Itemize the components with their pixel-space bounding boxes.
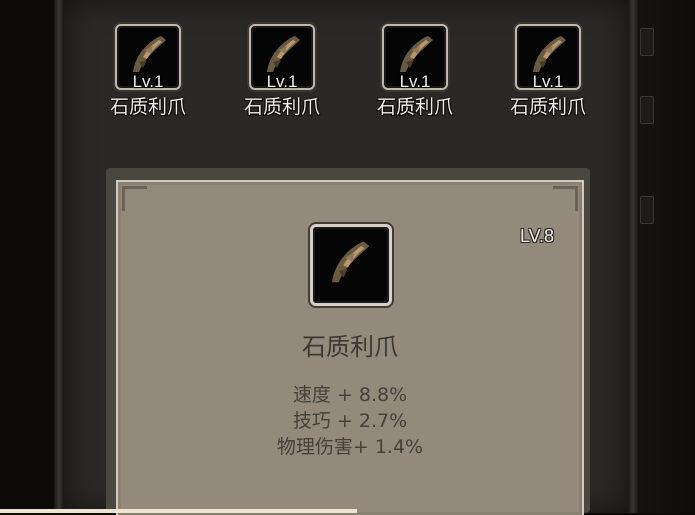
detail-item-icon-frame <box>310 224 392 306</box>
item-icon-frame: Lv.1 <box>249 24 315 91</box>
item-icon-frame: Lv.1 <box>115 24 181 91</box>
item-name-label: 石质利爪 <box>509 96 586 118</box>
inventory-slot[interactable]: Lv.1 石质利爪 <box>508 24 588 119</box>
item-icon-frame: Lv.1 <box>515 24 581 91</box>
side-tab <box>640 196 654 224</box>
inventory-row: Lv.1 石质利爪 Lv.1 石质利爪 Lv.1 石质利爪 Lv.1 石质利爪 <box>0 24 695 134</box>
stat-speed: 速度 + 8.8% <box>292 384 408 406</box>
card-corner-ornament <box>553 186 578 211</box>
bottom-highlight-bar <box>0 509 357 513</box>
inventory-slot[interactable]: Lv.1 石质利爪 <box>375 24 455 119</box>
item-name-label: 石质利爪 <box>243 96 320 118</box>
item-level-label: Lv.1 <box>266 72 298 91</box>
stat-list: 速度 + 8.8% 技巧 + 2.7% 物理伤害+ 1.4% <box>118 382 582 460</box>
claw-icon <box>332 241 370 283</box>
item-level-label: Lv.1 <box>532 72 564 91</box>
item-level-label: Lv.1 <box>399 72 431 91</box>
inventory-slot[interactable]: Lv.1 石质利爪 <box>108 24 188 119</box>
item-icon-frame: Lv.1 <box>382 24 448 91</box>
card-corner-ornament <box>122 186 147 211</box>
detail-level-label: LV.8 <box>519 226 554 246</box>
stat-physical-damage: 物理伤害+ 1.4% <box>276 436 424 458</box>
item-detail-card: LV.8 石质利爪 速度 + 8.8% 技巧 + 2.7% 物理伤害+ 1.4% <box>116 180 584 515</box>
detail-item-name: 石质利爪 <box>302 333 398 361</box>
item-level-label: Lv.1 <box>132 72 164 91</box>
item-name-label: 石质利爪 <box>109 96 186 118</box>
inventory-slot[interactable]: Lv.1 石质利爪 <box>242 24 322 119</box>
item-name-label: 石质利爪 <box>376 96 453 118</box>
stat-skill: 技巧 + 2.7% <box>292 410 408 432</box>
